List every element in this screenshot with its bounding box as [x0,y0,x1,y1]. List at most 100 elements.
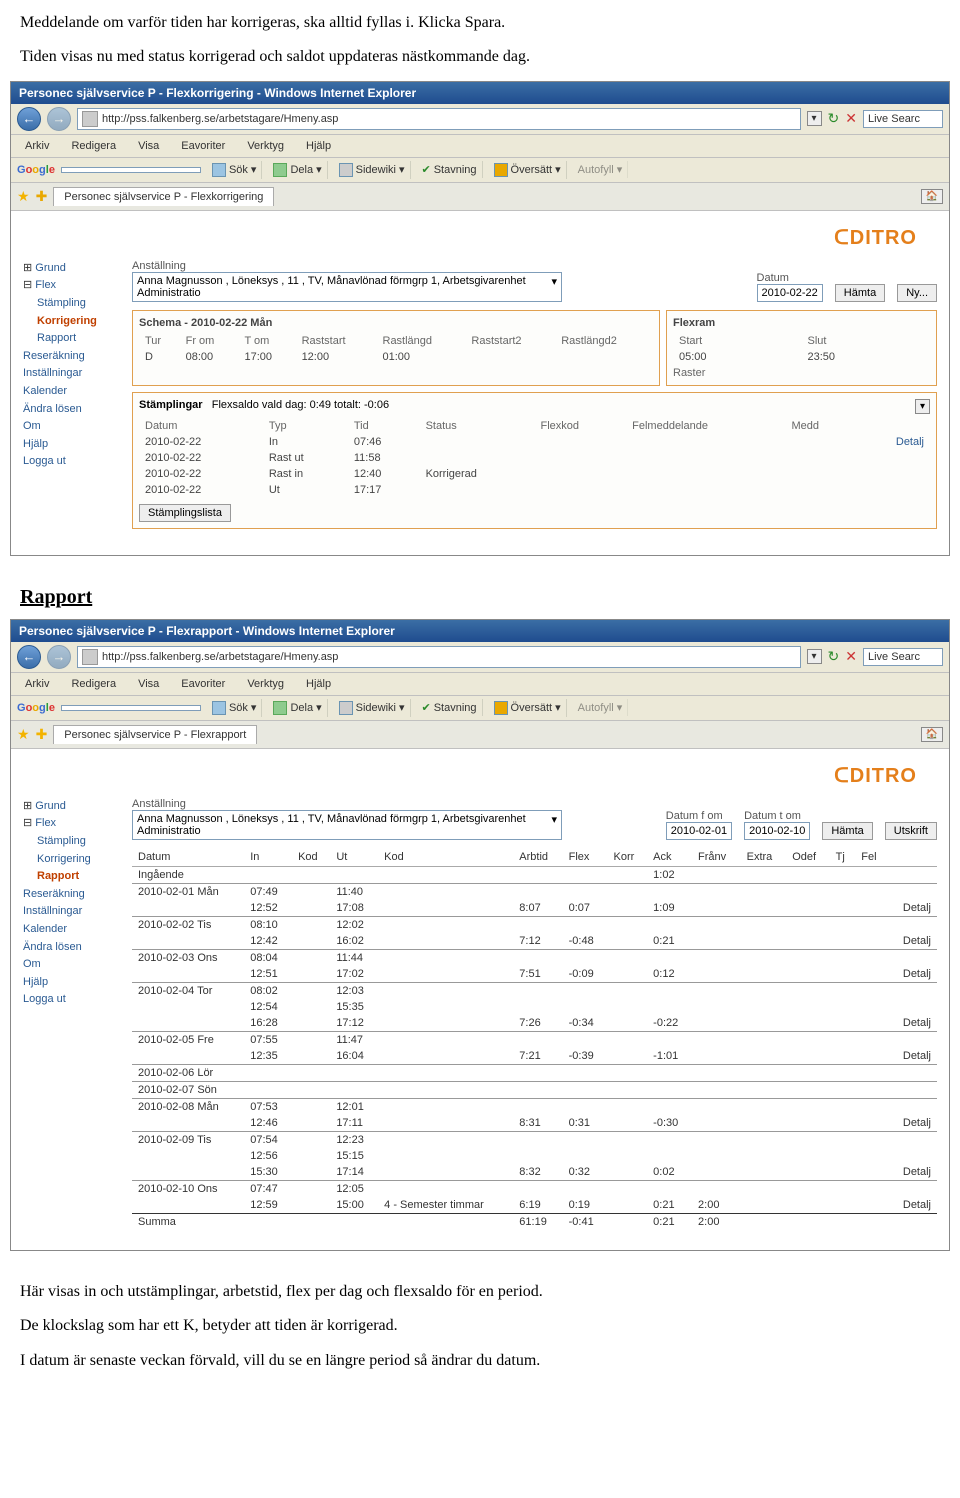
detalj-link[interactable] [888,1098,937,1115]
nav-grund[interactable]: Grund [23,798,118,816]
nav-hjalp[interactable]: Hjälp [23,974,118,992]
nav-andra-losen[interactable]: Ändra lösen [23,939,118,957]
tab-flexkorrigering[interactable]: Personec självservice P - Flexkorrigerin… [53,187,274,206]
tool-dela[interactable]: Dela ▾ [268,699,327,717]
nav-kalender[interactable]: Kalender [23,921,118,939]
menu-visa[interactable]: Visa [130,138,167,154]
nav-om[interactable]: Om [23,418,118,436]
detalj-link[interactable] [857,466,930,482]
nav-korrigering[interactable]: Korrigering [23,851,118,869]
nav-kalender[interactable]: Kalender [23,383,118,401]
nav-reserakning[interactable]: Reseräkning [23,348,118,366]
tool-stavning[interactable]: ✔Stavning [417,699,483,716]
nav-flex[interactable]: Flex [23,277,118,295]
forward-button[interactable]: → [47,107,71,131]
search-box[interactable]: Live Searc [863,110,943,128]
tool-sok[interactable]: Sök ▾ [207,699,263,717]
detalj-link[interactable]: Detalj [888,900,937,917]
stop-icon[interactable]: ✕ [845,648,857,665]
google-search-input[interactable] [61,167,201,173]
menu-hjalp[interactable]: Hjälp [298,676,339,692]
tool-stavning[interactable]: ✔Stavning [417,161,483,178]
detalj-link[interactable]: Detalj [888,1015,937,1032]
detalj-link[interactable]: Detalj [888,1048,937,1065]
tool-autofyll[interactable]: Autofyll ▾ [573,699,629,716]
nav-stampling[interactable]: Stämpling [23,295,118,313]
menu-favoriter[interactable]: Eavoriter [173,676,233,692]
detalj-link[interactable] [888,1131,937,1148]
menu-redigera[interactable]: Redigera [63,676,124,692]
detalj-link[interactable]: Detalj [857,434,930,450]
stop-icon[interactable]: ✕ [845,110,857,127]
nav-grund[interactable]: Grund [23,260,118,278]
utskrift-button[interactable]: Utskrift [885,822,937,840]
detalj-link[interactable]: Detalj [888,1164,937,1181]
back-button[interactable]: ← [17,645,41,669]
detalj-link[interactable] [888,1180,937,1197]
menu-verktyg[interactable]: Verktyg [239,138,292,154]
url-input[interactable]: http://pss.falkenberg.se/arbetstagare/Hm… [77,108,801,130]
tool-autofyll[interactable]: Autofyll ▾ [573,161,629,178]
back-button[interactable]: ← [17,107,41,131]
menu-visa[interactable]: Visa [130,676,167,692]
detalj-link[interactable] [857,482,930,498]
detalj-link[interactable] [888,1081,937,1098]
tool-sok[interactable]: Sök ▾ [207,161,263,179]
detalj-link[interactable]: Detalj [888,933,937,950]
ny-button[interactable]: Ny... [897,284,937,302]
home-icon[interactable]: 🏠 [921,727,943,742]
tool-sidewiki[interactable]: Sidewiki ▾ [334,161,411,179]
nav-logga-ut[interactable]: Logga ut [23,991,118,1009]
favorites-icon[interactable]: ★ [17,726,30,743]
collapse-icon[interactable]: ▾ [915,399,930,414]
nav-hjalp[interactable]: Hjälp [23,436,118,454]
detalj-link[interactable]: Detalj [888,1197,937,1214]
nav-rapport[interactable]: Rapport [23,330,118,348]
menu-arkiv[interactable]: Arkiv [17,676,57,692]
detalj-link[interactable] [888,1148,937,1164]
menu-verktyg[interactable]: Verktyg [239,676,292,692]
favorites-icon[interactable]: ★ [17,188,30,205]
detalj-link[interactable]: Detalj [888,1115,937,1132]
go-button[interactable]: ▾ [807,111,822,126]
detalj-link[interactable] [888,982,937,999]
tool-dela[interactable]: Dela ▾ [268,161,327,179]
add-favorite-icon[interactable]: ✚ [36,188,48,205]
nav-om[interactable]: Om [23,956,118,974]
nav-rapport[interactable]: Rapport [23,868,118,886]
tool-oversatt[interactable]: Översätt ▾ [489,699,567,717]
detalj-link[interactable] [888,1031,937,1048]
datum-input[interactable]: 2010-02-22 [757,284,823,302]
nav-logga-ut[interactable]: Logga ut [23,453,118,471]
anst-select[interactable]: Anna Magnusson , Löneksys , 11 , TV, Mån… [132,810,562,840]
detalj-link[interactable] [888,999,937,1015]
refresh-icon[interactable]: ↻ [828,648,840,665]
hamta-button[interactable]: Hämta [822,822,872,840]
home-icon[interactable]: 🏠 [921,189,943,204]
detalj-link[interactable] [888,916,937,933]
datum-fom-input[interactable]: 2010-02-01 [666,822,732,840]
nav-korrigering[interactable]: Korrigering [23,313,118,331]
datum-tom-input[interactable]: 2010-02-10 [744,822,810,840]
stamplingslista-button[interactable]: Stämplingslista [139,504,231,522]
tab-flexrapport[interactable]: Personec självservice P - Flexrapport [53,725,257,744]
detalj-link[interactable] [888,883,937,900]
google-search-input[interactable] [61,705,201,711]
go-button[interactable]: ▾ [807,649,822,664]
menu-arkiv[interactable]: Arkiv [17,138,57,154]
url-input[interactable]: http://pss.falkenberg.se/arbetstagare/Hm… [77,646,801,668]
nav-andra-losen[interactable]: Ändra lösen [23,401,118,419]
detalj-link[interactable] [888,949,937,966]
tool-sidewiki[interactable]: Sidewiki ▾ [334,699,411,717]
menu-hjalp[interactable]: Hjälp [298,138,339,154]
detalj-link[interactable]: Detalj [888,966,937,983]
menu-favoriter[interactable]: Eavoriter [173,138,233,154]
forward-button[interactable]: → [47,645,71,669]
add-favorite-icon[interactable]: ✚ [36,726,48,743]
search-box[interactable]: Live Searc [863,648,943,666]
nav-reserakning[interactable]: Reseräkning [23,886,118,904]
nav-installningar[interactable]: Inställningar [23,903,118,921]
nav-installningar[interactable]: Inställningar [23,365,118,383]
detalj-link[interactable] [888,1064,937,1081]
anst-select[interactable]: Anna Magnusson , Löneksys , 11 , TV, Mån… [132,272,562,302]
